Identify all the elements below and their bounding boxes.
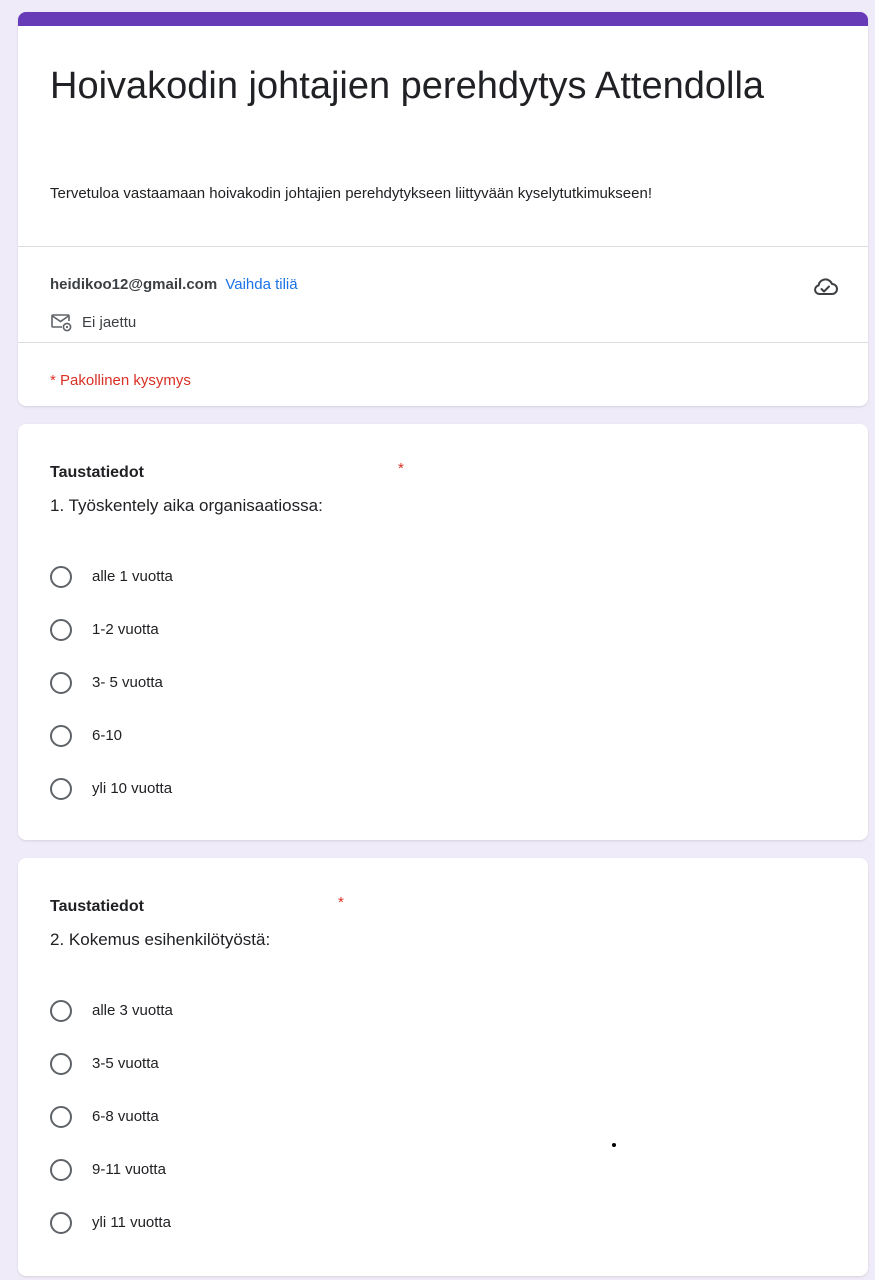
radio-group: alle 1 vuotta 1-2 vuotta 3- 5 vuotta 6-1… <box>50 552 173 817</box>
divider <box>18 246 868 247</box>
sharing-status: Ei jaettu <box>50 312 136 332</box>
radio-option[interactable]: alle 1 vuotta <box>50 552 173 605</box>
radio-button[interactable] <box>50 1158 72 1181</box>
radio-option[interactable]: yli 11 vuotta <box>50 1198 173 1251</box>
radio-button[interactable] <box>50 1211 72 1234</box>
question-card: Taustatiedot * 1. Työskentely aika organ… <box>18 424 868 840</box>
radio-button[interactable] <box>50 671 72 694</box>
radio-option[interactable]: 1-2 vuotta <box>50 605 173 658</box>
option-label: 9-11 vuotta <box>92 1161 166 1178</box>
required-note: * Pakollinen kysymys <box>50 372 191 389</box>
radio-option[interactable]: 6-10 <box>50 711 173 764</box>
radio-group: alle 3 vuotta 3-5 vuotta 6-8 vuotta 9-11… <box>50 986 173 1251</box>
radio-option[interactable]: 9-11 vuotta <box>50 1145 173 1198</box>
form-title: Hoivakodin johtajien perehdytys Attendol… <box>50 65 765 107</box>
account-row: heidikoo12@gmail.com Vaihda tiliä <box>50 276 298 293</box>
option-label: alle 3 vuotta <box>92 1002 173 1019</box>
cursor-dot <box>612 1143 616 1147</box>
radio-option[interactable]: 3-5 vuotta <box>50 1039 173 1092</box>
radio-button[interactable] <box>50 618 72 641</box>
radio-button[interactable] <box>50 1052 72 1075</box>
option-label: 6-10 <box>92 727 123 744</box>
required-asterisk: * <box>398 460 404 477</box>
radio-button[interactable] <box>50 1105 72 1128</box>
question-card: Taustatiedot * 2. Kokemus esihenkilötyös… <box>18 858 868 1276</box>
form-description: Tervetuloa vastaamaan hoivakodin johtaji… <box>50 185 652 202</box>
radio-button[interactable] <box>50 724 72 747</box>
option-label: 6-8 vuotta <box>92 1108 159 1125</box>
question-section-title: Taustatiedot <box>50 464 144 481</box>
option-label: yli 10 vuotta <box>92 780 173 797</box>
switch-account-link[interactable]: Vaihda tiliä <box>225 276 297 293</box>
required-asterisk: * <box>338 894 344 911</box>
question-text: 2. Kokemus esihenkilötyöstä: <box>50 930 271 949</box>
account-email: heidikoo12@gmail.com <box>50 276 218 293</box>
divider <box>18 342 868 343</box>
radio-option[interactable]: yli 10 vuotta <box>50 764 173 817</box>
form-header-card: Hoivakodin johtajien perehdytys Attendol… <box>18 12 868 406</box>
radio-button[interactable] <box>50 777 72 800</box>
option-label: 3- 5 vuotta <box>92 674 163 691</box>
radio-option[interactable]: alle 3 vuotta <box>50 986 173 1039</box>
option-label: alle 1 vuotta <box>92 568 173 585</box>
option-label: 3-5 vuotta <box>92 1055 159 1072</box>
question-text: 1. Työskentely aika organisaatiossa: <box>50 496 323 515</box>
mail-settings-icon <box>51 314 72 332</box>
radio-option[interactable]: 6-8 vuotta <box>50 1092 173 1145</box>
option-label: 1-2 vuotta <box>92 621 159 638</box>
cloud-check-icon <box>814 278 838 295</box>
radio-option[interactable]: 3- 5 vuotta <box>50 658 173 711</box>
sharing-status-label: Ei jaettu <box>82 313 137 331</box>
radio-button[interactable] <box>50 999 72 1022</box>
radio-button[interactable] <box>50 565 72 588</box>
option-label: yli 11 vuotta <box>92 1214 171 1231</box>
question-section-title: Taustatiedot <box>50 898 144 915</box>
accent-bar <box>18 12 868 26</box>
